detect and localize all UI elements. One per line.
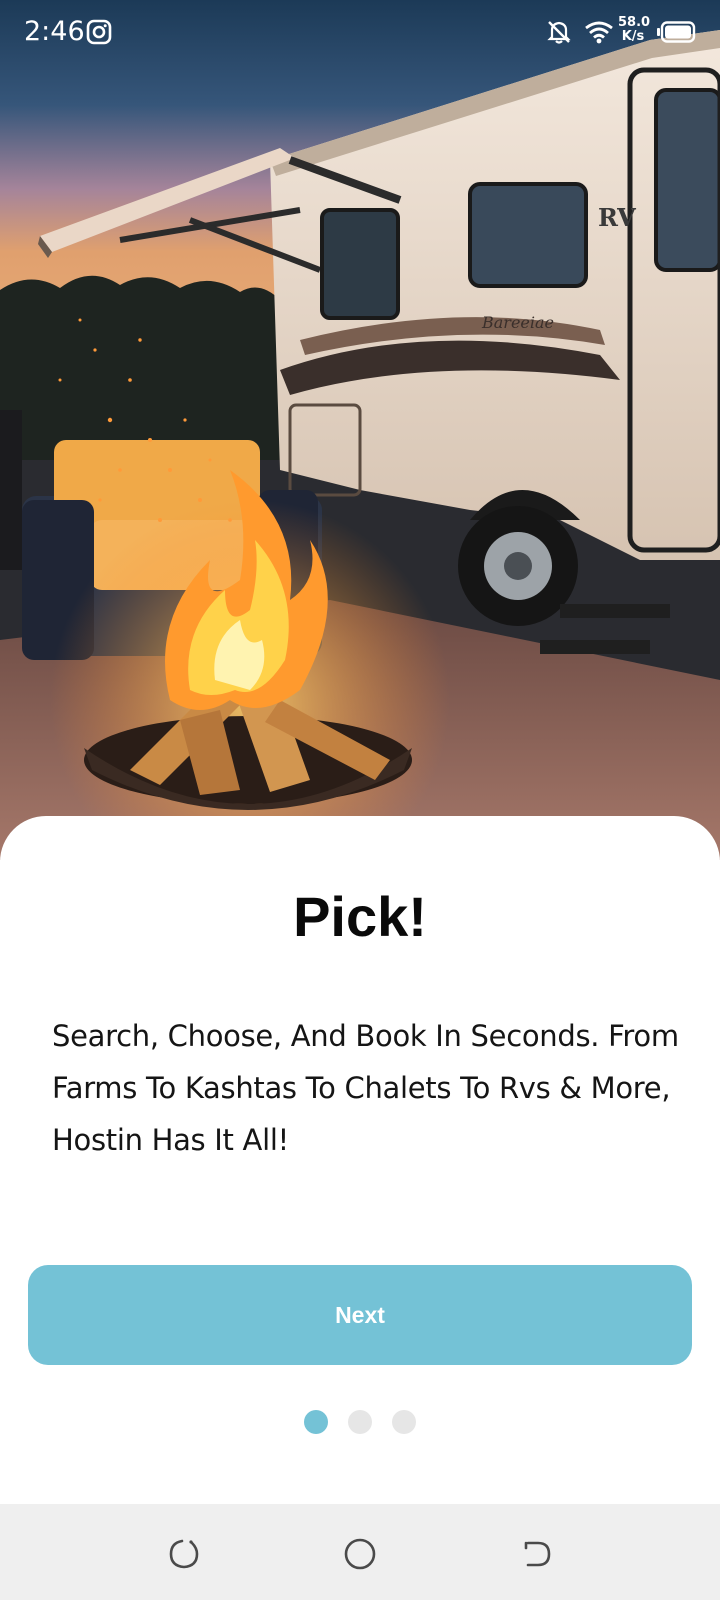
page-dot-1[interactable]: [304, 1410, 328, 1434]
network-speed: 58.0 K/s: [618, 15, 651, 44]
status-bar: 2:46 58.0 K/s: [0, 0, 720, 64]
rv-badge-text: RV: [598, 203, 636, 232]
next-button[interactable]: Next: [28, 1265, 692, 1365]
page-dot-3[interactable]: [392, 1410, 416, 1434]
navigation-bar: [0, 1504, 720, 1600]
rv-brand-text: Bareeiae: [481, 313, 554, 332]
network-speed-unit: K/s: [621, 29, 645, 44]
back-icon[interactable]: [164, 1534, 204, 1574]
home-icon[interactable]: [340, 1534, 380, 1574]
onboarding-description: Search, Choose, And Book In Seconds. Fro…: [52, 1019, 679, 1157]
onboarding-title: Pick!: [293, 885, 427, 948]
battery-icon: [656, 21, 696, 43]
instagram-icon: [86, 19, 112, 45]
page-indicator: [0, 1410, 720, 1436]
network-speed-value: 58.0: [618, 15, 651, 30]
bell-off-icon: [546, 19, 572, 45]
wifi-icon: [584, 20, 614, 44]
recent-apps-icon[interactable]: [516, 1534, 556, 1574]
hero-image: RV Bareeiae: [0, 0, 720, 860]
page-dot-2[interactable]: [348, 1410, 372, 1434]
status-time: 2:46: [24, 16, 85, 47]
